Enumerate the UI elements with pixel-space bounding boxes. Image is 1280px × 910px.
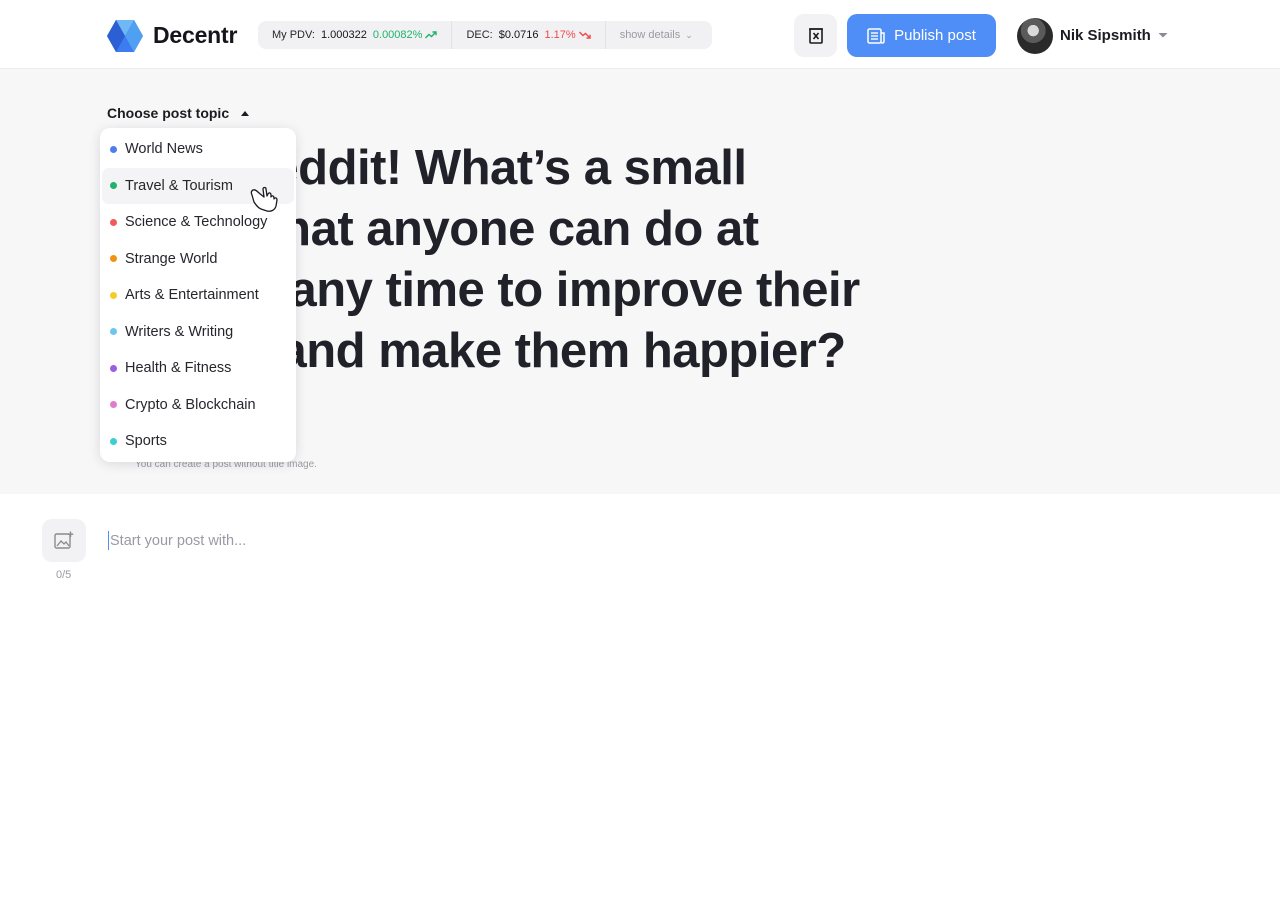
topic-color-dot <box>110 291 117 299</box>
trend-down-icon <box>578 31 591 39</box>
topic-color-dot <box>110 401 117 409</box>
topic-color-dot <box>110 218 117 226</box>
pdv-change: 0.00082% <box>372 29 423 41</box>
topic-label: Arts & Entertainment <box>125 287 259 304</box>
decentr-logo-icon[interactable] <box>107 19 143 53</box>
pdv-value: 1.000322 <box>321 29 367 41</box>
topic-label: Health & Fitness <box>125 360 232 377</box>
chevron-down-icon: ⌄ <box>685 29 693 40</box>
topic-item-sports[interactable]: Sports <box>102 423 294 460</box>
newspaper-icon <box>867 27 885 44</box>
text-cursor <box>108 531 109 550</box>
dec-ticker: DEC: $0.0716 1.17% <box>452 21 606 49</box>
topic-label: Crypto & Blockchain <box>125 396 256 413</box>
topic-label: Sports <box>125 433 167 450</box>
caret-down-icon[interactable] <box>1157 29 1169 41</box>
dec-change: 1.17% <box>544 29 576 41</box>
choose-topic-dropdown[interactable]: Choose post topic <box>107 105 250 121</box>
topic-item-strange-world[interactable]: Strange World <box>102 241 294 278</box>
post-body-input[interactable] <box>110 530 1010 552</box>
topic-color-dot <box>110 328 117 336</box>
publish-post-label: Publish post <box>894 27 976 44</box>
user-name[interactable]: Nik Sipsmith <box>1060 27 1151 44</box>
dec-value: $0.0716 <box>498 29 539 41</box>
topic-color-dot <box>110 145 117 153</box>
topic-item-arts-entertainment[interactable]: Arts & Entertainment <box>102 277 294 314</box>
add-image-button[interactable] <box>42 519 86 562</box>
add-image-icon <box>54 531 74 549</box>
topic-label: Strange World <box>125 250 218 267</box>
topic-label: Writers & Writing <box>125 323 234 340</box>
brand-name[interactable]: Decentr <box>153 22 237 49</box>
topic-label: World News <box>125 141 203 158</box>
image-count: 0/5 <box>56 569 72 581</box>
pdv-ticker: My PDV: 1.000322 0.00082% <box>258 21 453 49</box>
app-header: Decentr My PDV: 1.000322 0.00082% DEC: $… <box>0 0 1280 69</box>
topic-item-crypto-blockchain[interactable]: Crypto & Blockchain <box>102 387 294 424</box>
delete-draft-button[interactable] <box>794 14 837 57</box>
topic-color-dot <box>110 364 117 372</box>
topic-color-dot <box>110 182 117 190</box>
topic-label: Travel & Tourism <box>125 177 233 194</box>
publish-post-button[interactable]: Publish post <box>847 14 996 57</box>
choose-topic-label: Choose post topic <box>107 105 230 121</box>
topic-color-dot <box>110 437 117 445</box>
topic-label: Science & Technology <box>125 214 268 231</box>
dec-label: DEC: <box>466 29 493 41</box>
hand-pointer-icon <box>250 186 278 212</box>
topic-item-world-news[interactable]: World News <box>102 131 294 168</box>
avatar[interactable] <box>1017 18 1053 54</box>
trash-icon <box>808 28 823 44</box>
caret-up-icon <box>241 110 250 116</box>
topic-menu: World News Travel & Tourism Science & Te… <box>100 128 296 462</box>
show-details-toggle[interactable]: show details ⌄ <box>606 21 707 49</box>
trend-up-icon <box>425 31 438 39</box>
topic-color-dot <box>110 255 117 263</box>
topic-item-health-fitness[interactable]: Health & Fitness <box>102 350 294 387</box>
show-details-label: show details <box>619 29 681 41</box>
topic-item-writers-writing[interactable]: Writers & Writing <box>102 314 294 351</box>
price-ticker: My PDV: 1.000322 0.00082% DEC: $0.0716 1… <box>258 21 712 49</box>
pdv-label: My PDV: <box>272 29 315 41</box>
